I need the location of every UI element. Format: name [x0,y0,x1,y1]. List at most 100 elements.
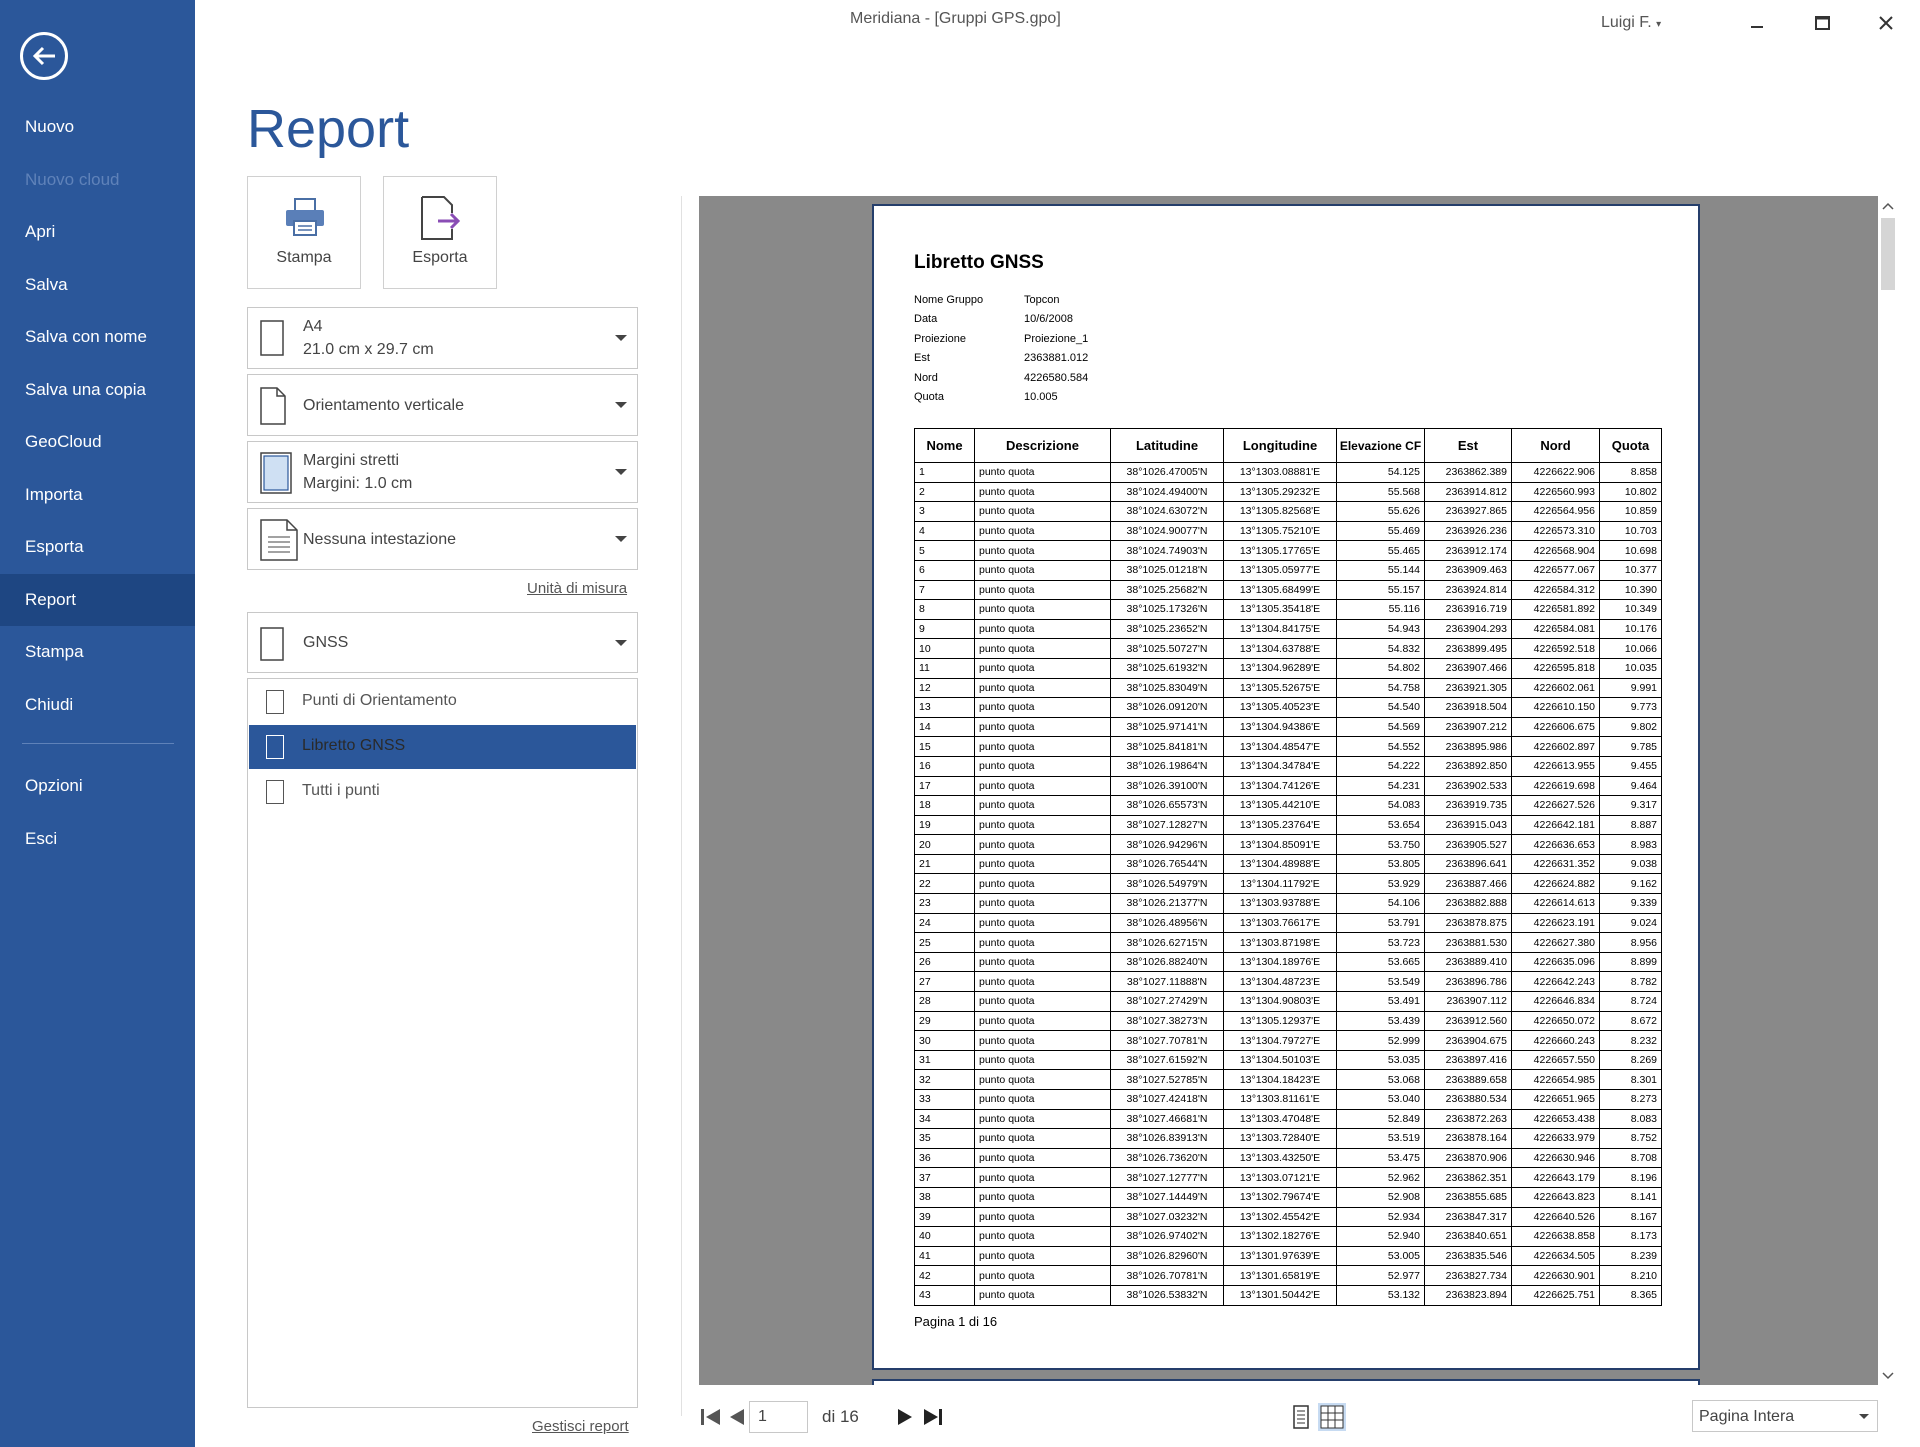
category-dropdown[interactable]: GNSS [247,612,638,673]
table-cell: 4226638.858 [1511,1226,1600,1247]
header-dropdown[interactable]: Nessuna intestazione [247,508,638,570]
previous-page-icon[interactable] [728,1407,746,1427]
table-cell: 30 [914,1030,975,1051]
page-number-input[interactable]: 1 [749,1401,808,1433]
last-page-icon[interactable] [922,1407,944,1427]
table-cell: 55.626 [1336,501,1425,522]
table-cell: 13°1304.34784'E [1223,755,1337,777]
table-cell: 4226610.150 [1511,697,1600,718]
sidebar-item-stampa[interactable]: Stampa [0,626,195,679]
sidebar-item-chiudi[interactable]: Chiudi [0,679,195,732]
sidebar-item-salva-con-nome[interactable]: Salva con nome [0,311,195,364]
first-page-icon[interactable] [700,1407,722,1427]
table-cell: 38°1027.14449'N [1110,1186,1224,1208]
table-cell: 52.940 [1336,1226,1425,1247]
table-cell: 53.654 [1336,814,1425,836]
table-cell: 13°1302.79674'E [1223,1186,1337,1208]
table-cell: 13°1304.74126'E [1223,775,1337,797]
table-cell: 54.083 [1336,795,1425,816]
page-icon [260,627,284,661]
table-cell: 10 [914,638,975,659]
next-page-icon[interactable] [896,1407,914,1427]
user-account[interactable]: Luigi F. ▾ [1601,14,1661,32]
table-cell: 2363889.658 [1424,1069,1512,1090]
meta-value: 4226580.584 [1024,371,1089,384]
table-row: 4 punto quota 38°1024.90077'N 13°1305.75210… [914,520,1662,542]
maximize-button[interactable] [1811,12,1833,34]
table-cell: 13°1305.44210'E [1223,795,1337,816]
table-cell: 53.475 [1336,1147,1425,1169]
single-page-view-icon[interactable] [1293,1405,1311,1429]
margins-dropdown[interactable]: Margini stretti Margini: 1.0 cm [247,441,638,503]
table-cell: 37 [914,1167,975,1188]
table-cell: 52.908 [1336,1186,1425,1208]
table-cell: 4226630.946 [1511,1147,1600,1169]
sidebar-item-report[interactable]: Report [0,573,195,626]
table-cell: 8.956 [1599,932,1662,953]
table-cell: 13°1304.79727'E [1223,1030,1337,1051]
sidebar-item-esci[interactable]: Esci [0,813,195,866]
close-button[interactable] [1875,12,1897,34]
zoom-select[interactable]: Pagina Intera [1692,1400,1878,1432]
report-list-item-tutti-i-punti[interactable]: Tutti i punti [249,770,636,814]
table-cell: punto quota [974,1089,1111,1110]
orientation-dropdown[interactable]: Orientamento verticale [247,374,638,436]
table-cell: 8.672 [1599,1010,1662,1032]
sidebar-item-geocloud[interactable]: GeoCloud [0,416,195,469]
scroll-up-icon[interactable] [1882,202,1894,210]
table-row: 25 punto quota 38°1026.62715'N 13°1303.8719… [914,932,1662,953]
sidebar-item-nuovo[interactable]: Nuovo [0,101,195,154]
table-cell: 10.802 [1599,481,1662,503]
table-cell: punto quota [974,775,1111,797]
sidebar-item-importa[interactable]: Importa [0,469,195,522]
meta-key: Proiezione [914,332,966,345]
table-cell: 26 [914,951,975,973]
table-cell: 13 [914,697,975,718]
preview-scrollbar[interactable] [1878,196,1896,1385]
export-button[interactable]: Esporta [383,176,497,289]
next-preview-page [872,1379,1700,1385]
print-button[interactable]: Stampa [247,176,361,289]
units-link[interactable]: Unità di misura [527,580,627,597]
multi-page-view-icon[interactable] [1318,1403,1346,1431]
table-cell: 38°1024.63072'N [1110,501,1224,522]
table-cell: 53.035 [1336,1049,1425,1071]
table-cell: 53.750 [1336,834,1425,855]
table-cell: 3 [914,501,975,522]
page-icon [266,780,284,804]
table-cell: 54.231 [1336,775,1425,797]
table-cell: 55.157 [1336,579,1425,601]
minimize-button[interactable] [1746,12,1768,34]
table-cell: 38°1027.61592'N [1110,1049,1224,1071]
scrollbar-thumb[interactable] [1881,218,1895,290]
table-cell: 38 [914,1186,975,1208]
sidebar-item-apri[interactable]: Apri [0,206,195,259]
table-cell: 2363889.410 [1424,951,1512,973]
table-cell: 4226633.979 [1511,1128,1600,1149]
table-cell: 4226560.993 [1511,481,1600,503]
table-cell: 4226573.310 [1511,520,1600,542]
report-list-item-punti-di-orientamento[interactable]: Punti di Orientamento [249,680,636,724]
sidebar-item-esporta[interactable]: Esporta [0,521,195,574]
table-cell: 13°1304.18423'E [1223,1069,1337,1090]
report-list-item-libretto-gnss[interactable]: Libretto GNSS [249,725,636,769]
sidebar-item-opzioni[interactable]: Opzioni [0,760,195,813]
table-cell: punto quota [974,1206,1111,1228]
sidebar-item-salva[interactable]: Salva [0,259,195,312]
manage-reports-link[interactable]: Gestisci report [532,1418,629,1435]
back-arrow-icon[interactable] [20,32,68,80]
table-cell: 19 [914,814,975,836]
table-cell: 53.791 [1336,912,1425,934]
table-cell: 42 [914,1265,975,1286]
table-cell: 7 [914,579,975,601]
scroll-down-icon[interactable] [1882,1372,1894,1380]
table-cell: 9.455 [1599,755,1662,777]
table-row: 43 punto quota 38°1026.53832'N 13°1301.5044… [914,1284,1662,1306]
table-row: 33 punto quota 38°1027.42418'N 13°1303.8116… [914,1089,1662,1110]
sidebar-item-salva-una-copia[interactable]: Salva una copia [0,364,195,417]
table-cell: 4226627.380 [1511,932,1600,953]
paper-size-dropdown[interactable]: A4 21.0 cm x 29.7 cm [247,307,638,369]
table-cell: 38°1026.48956'N [1110,912,1224,934]
table-cell: 13°1305.68499'E [1223,579,1337,601]
table-cell: 21 [914,853,975,875]
